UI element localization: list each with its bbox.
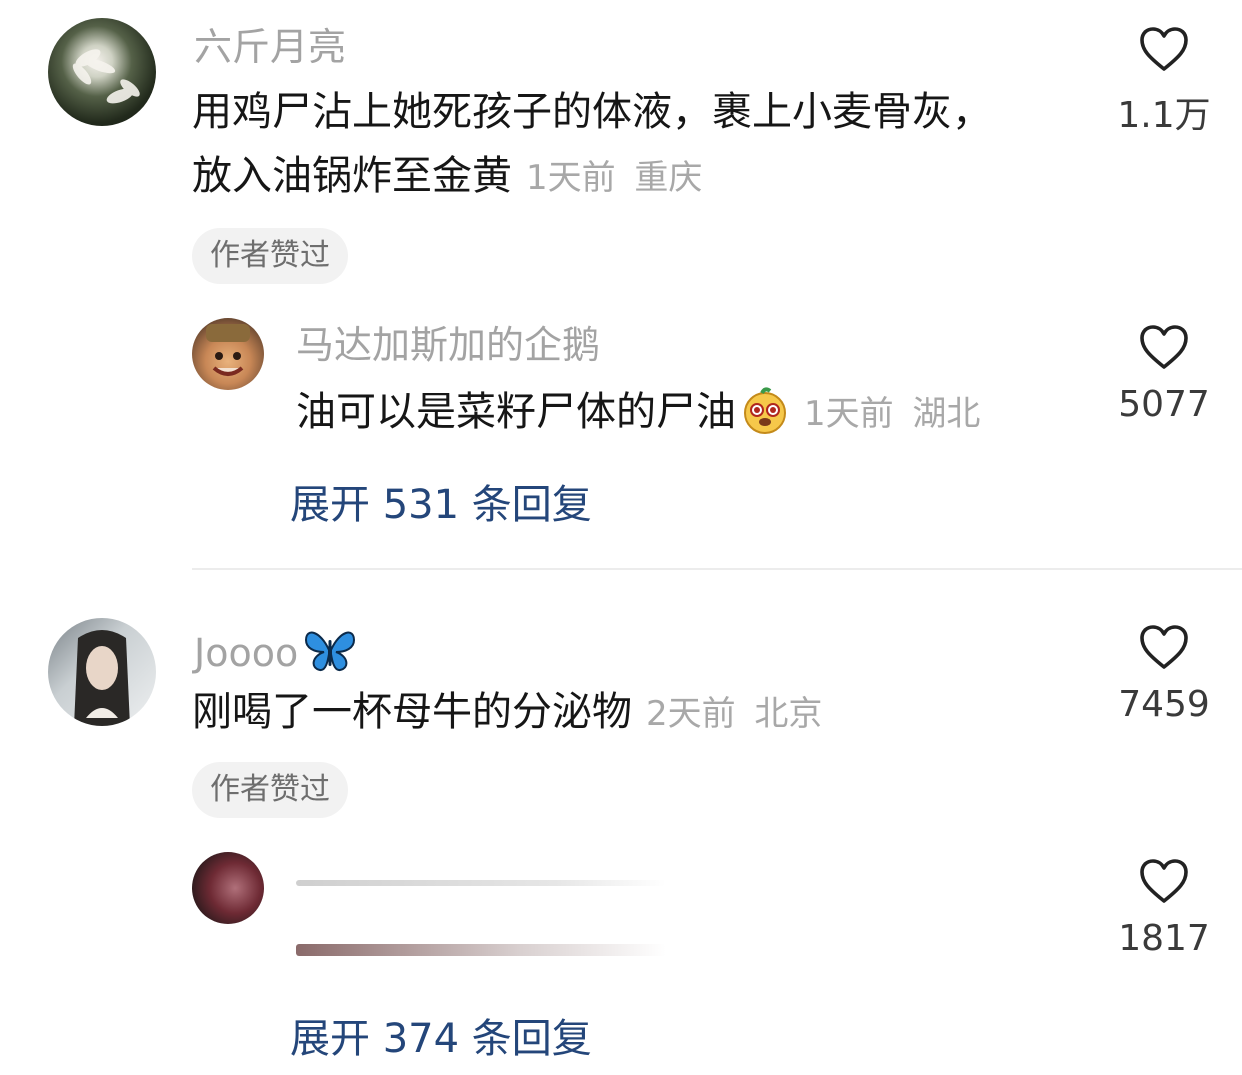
reply-avatar[interactable]: [192, 318, 264, 390]
dog-face-emoji-icon: [744, 387, 786, 434]
reply-time: 1天前: [804, 394, 894, 434]
reply-username[interactable]: 马达加斯加的企鹅: [296, 326, 600, 364]
reply-like-count: 1817: [1118, 918, 1210, 959]
expand-replies-button[interactable]: 展开 374 条回复: [290, 1006, 592, 1064]
comment-text: 用鸡尸沾上她死孩子的体液，裹上小麦骨灰， 放入油锅炸至金黄 1天前 重庆: [192, 80, 1072, 210]
heart-icon: [1140, 859, 1188, 903]
comment-time: 1天前: [526, 158, 616, 198]
avatar[interactable]: [48, 18, 156, 126]
comment-time: 2天前: [646, 694, 736, 734]
like-button[interactable]: 1.1万: [1084, 26, 1242, 138]
reply-text: 油可以是菜籽尸体的尸油 1天前 湖北: [296, 380, 980, 446]
comment-location: 重庆: [634, 158, 703, 198]
heart-icon: [1140, 27, 1188, 71]
comment-username[interactable]: Joooo: [194, 626, 358, 674]
author-liked-badge: 作者赞过: [192, 762, 348, 818]
expand-replies-button[interactable]: 展开 531 条回复: [290, 472, 592, 530]
comment-text-line-2: 放入油锅炸至金黄 1天前 重庆: [192, 153, 703, 199]
author-liked-badge: 作者赞过: [192, 228, 348, 284]
heart-icon: [1140, 325, 1188, 369]
comment-username[interactable]: 六斤月亮: [194, 28, 346, 66]
comment-location: 北京: [754, 694, 823, 734]
heart-icon: [1140, 625, 1188, 669]
comment-text-line-1: 用鸡尸沾上她死孩子的体液，裹上小麦骨灰，: [192, 89, 992, 135]
like-count: 7459: [1118, 684, 1210, 725]
reply-like-count: 5077: [1118, 384, 1210, 425]
reply-avatar[interactable]: [192, 852, 264, 924]
like-count: 1.1万: [1117, 95, 1211, 136]
avatar[interactable]: [48, 618, 156, 726]
blurred-reply-text: [296, 944, 666, 956]
butterfly-icon: [305, 631, 356, 672]
blurred-username: [296, 880, 666, 886]
reply-like-button[interactable]: 1817: [1084, 858, 1242, 959]
comment-text: 刚喝了一杯母牛的分泌物 2天前 北京: [192, 689, 823, 735]
like-button[interactable]: 7459: [1084, 624, 1242, 725]
divider: [192, 568, 1242, 570]
reply-like-button[interactable]: 5077: [1084, 324, 1242, 425]
reply-location: 湖北: [912, 394, 981, 434]
